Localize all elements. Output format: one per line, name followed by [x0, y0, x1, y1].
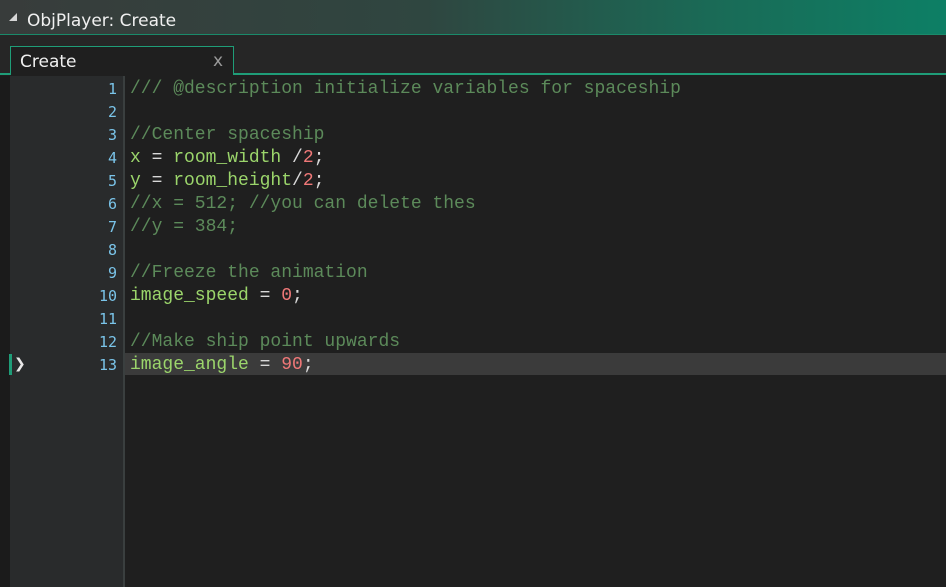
code-token-var: room_width [173, 148, 282, 168]
collapse-triangle-icon[interactable] [9, 13, 17, 21]
current-line-marker [9, 354, 12, 375]
code-token-comment: //x = 512; //you can delete thes [130, 194, 476, 214]
code-token-var: x [130, 148, 141, 168]
code-line[interactable]: image_angle = 90; [130, 354, 314, 377]
code-token-var: image_angle [130, 355, 249, 375]
code-line[interactable]: //x = 512; //you can delete thes [130, 193, 476, 216]
code-line[interactable]: //Make ship point upwards [130, 331, 400, 354]
code-token-op: / [292, 171, 303, 191]
code-line[interactable]: y = room_height/2; [130, 170, 324, 193]
window-title-bar[interactable]: ObjPlayer: Create [0, 0, 946, 35]
line-number: 3 [107, 126, 117, 144]
code-token-var: y [130, 171, 141, 191]
line-number: 5 [107, 172, 117, 190]
line-number: 8 [107, 241, 117, 259]
window-title: ObjPlayer: Create [27, 11, 177, 31]
code-line[interactable]: image_speed = 0; [130, 285, 303, 308]
code-token-var: room_height [173, 171, 293, 191]
code-token-op: ; [292, 286, 303, 306]
line-number: 6 [107, 195, 117, 213]
line-number: 11 [98, 310, 117, 328]
code-token-op: = [140, 171, 174, 191]
line-number: 4 [107, 149, 117, 167]
line-number: 9 [107, 264, 117, 282]
code-token-num: 2 [302, 171, 314, 191]
line-number: 7 [107, 218, 117, 236]
code-token-comment: //Freeze the animation [130, 263, 368, 283]
close-icon[interactable]: x [210, 51, 226, 71]
breakpoint-margin[interactable] [0, 76, 10, 587]
code-line[interactable]: //Freeze the animation [130, 262, 368, 285]
code-token-op: ; [302, 355, 314, 375]
code-token-op: ; [313, 171, 325, 191]
code-token-op: ; [313, 148, 325, 168]
code-token-comment: //Make ship point upwards [130, 332, 401, 352]
code-token-op: = [248, 286, 282, 306]
code-token-num: 90 [281, 355, 303, 375]
line-number: 10 [98, 287, 117, 305]
line-number: 13 [98, 356, 117, 374]
code-token-num: 0 [281, 286, 293, 306]
tab-label: Create [20, 52, 77, 72]
code-token-num: 2 [302, 148, 314, 168]
line-number: 12 [98, 333, 117, 351]
line-number: 2 [107, 103, 117, 121]
code-line[interactable]: //Center spaceship [130, 124, 324, 147]
code-line[interactable]: /// @description initialize variables fo… [130, 78, 681, 101]
code-token-comment: //Center spaceship [130, 125, 325, 145]
line-number: 1 [107, 80, 117, 98]
code-line[interactable]: x = room_width /2; [130, 147, 324, 170]
code-token-comment: /// @description initialize variables fo… [130, 79, 681, 99]
code-token-var: image_speed [130, 286, 249, 306]
tab-create[interactable]: Create x [10, 46, 234, 75]
code-token-comment: //y = 384; [130, 217, 239, 237]
code-token-op: = [140, 148, 174, 168]
chevron-right-icon: ❯ [14, 356, 26, 372]
code-line[interactable]: //y = 384; [130, 216, 238, 239]
code-token-op: = [248, 355, 282, 375]
code-token-op: / [281, 148, 303, 168]
